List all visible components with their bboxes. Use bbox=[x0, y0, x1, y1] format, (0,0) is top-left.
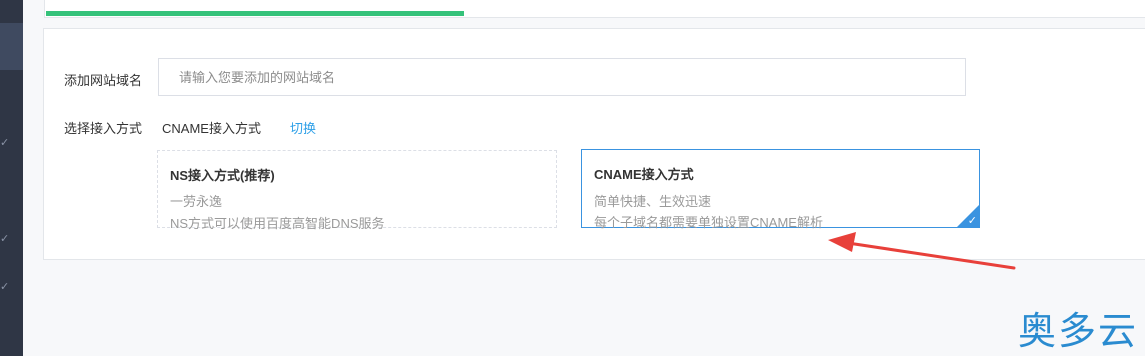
watermark-logo: 奥多云 bbox=[1018, 309, 1139, 353]
annotation-arrow bbox=[828, 232, 1016, 270]
